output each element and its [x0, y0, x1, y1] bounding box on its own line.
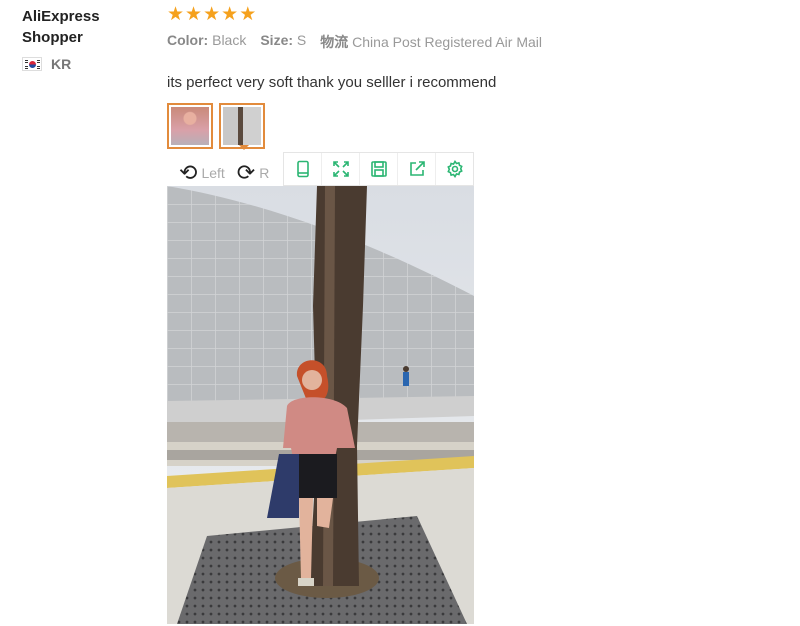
size-attribute: Size: S	[260, 32, 307, 48]
save-icon	[370, 161, 387, 177]
reviewer-name: AliExpress Shopper	[22, 8, 100, 46]
south-korea-flag-icon	[22, 57, 42, 71]
rotate-right-button[interactable]: ⟳ R	[236, 160, 270, 185]
star-rating: ★ ★ ★ ★ ★	[167, 4, 787, 26]
country-code: KR	[51, 56, 72, 72]
reviewer-country: KR	[22, 56, 152, 72]
share-icon	[409, 161, 425, 176]
order-attributes: Color: Black Size: S 物流 China Post Regis…	[167, 32, 787, 52]
star-icon: ★	[221, 4, 239, 25]
review-body: ★ ★ ★ ★ ★ Color: Black Size: S 物流 China …	[167, 4, 787, 92]
share-button[interactable]	[398, 153, 436, 185]
review-text: its perfect very soft thank you selller …	[167, 74, 497, 91]
rotate-right-icon: ⟳	[236, 160, 256, 185]
photo-thumbnails	[167, 103, 265, 150]
save-button[interactable]	[360, 153, 398, 185]
image-toolbar	[283, 152, 474, 186]
star-icon: ★	[185, 4, 203, 25]
photo-thumbnail-2[interactable]	[219, 103, 265, 150]
reviewer-info: AliExpress Shopper KR	[22, 6, 152, 72]
settings-icon	[446, 160, 463, 178]
color-attribute: Color: Black	[167, 32, 247, 48]
mobile-view-button[interactable]	[284, 153, 322, 185]
fullscreen-button[interactable]	[322, 153, 360, 185]
rotate-controls: ⟲ Left ⟳ R	[167, 160, 289, 186]
star-icon: ★	[239, 4, 257, 25]
mobile-icon	[296, 160, 309, 178]
star-icon: ★	[203, 4, 221, 25]
settings-button[interactable]	[436, 153, 473, 185]
rotate-left-button[interactable]: ⟲ Left	[179, 160, 225, 185]
review-photo-image	[167, 186, 474, 624]
shipping-attribute: 物流 China Post Registered Air Mail	[320, 34, 543, 50]
star-icon: ★	[167, 4, 185, 25]
review-photo[interactable]	[167, 186, 474, 624]
photo-thumbnail-1[interactable]	[167, 103, 213, 149]
rotate-left-icon: ⟲	[179, 160, 198, 185]
fullscreen-icon	[332, 161, 349, 177]
